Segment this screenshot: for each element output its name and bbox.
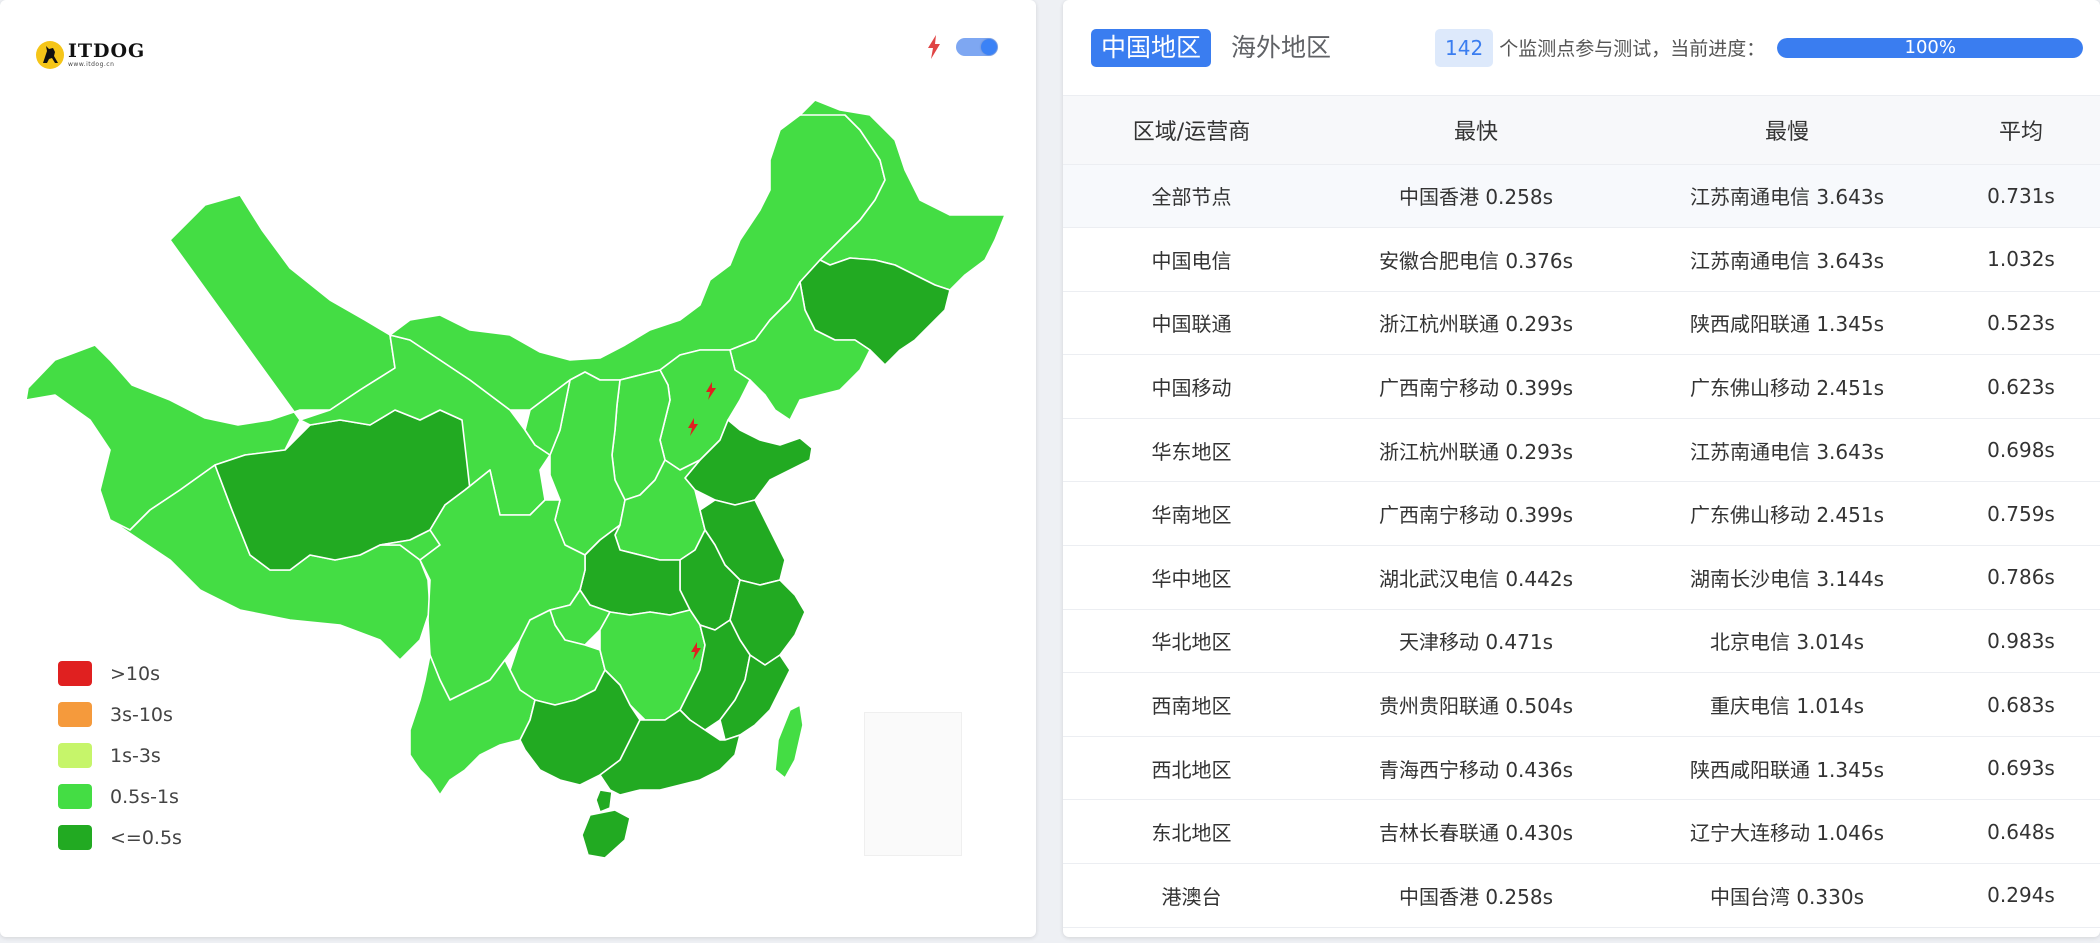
table-row[interactable]: 西北地区 青海西宁移动 0.436s 陕西咸阳联通 1.345s 0.693s bbox=[1063, 736, 2100, 801]
legend-item[interactable]: >10s bbox=[58, 653, 182, 694]
legend-label: 3s-10s bbox=[110, 703, 173, 726]
progress-bar: 100% bbox=[1777, 37, 2084, 58]
column-header-slowest: 最慢 bbox=[1632, 96, 1942, 165]
cell-fastest: 中国香港 0.258s bbox=[1320, 863, 1632, 928]
column-header-fastest: 最快 bbox=[1320, 96, 1632, 165]
map-region-leizhou[interactable] bbox=[595, 789, 613, 813]
cell-slowest: 广东佛山移动 2.451s bbox=[1632, 354, 1942, 419]
cell-slowest: 江苏南通电信 3.643s bbox=[1632, 418, 1942, 483]
table-header-row: 区域/运营商 最快 最慢 平均 bbox=[1063, 96, 2100, 165]
cell-fastest: 吉林长春联通 0.430s bbox=[1320, 799, 1632, 865]
cell-region: 中国电信 bbox=[1063, 227, 1320, 292]
cell-slowest: 湖南长沙电信 3.144s bbox=[1632, 545, 1942, 610]
cell-slowest: 中国台湾 0.330s bbox=[1632, 863, 1942, 928]
legend-label: 1s-3s bbox=[110, 744, 161, 767]
results-panel: 中国地区 海外地区 142 个监测点参与测试，当前进度： 100% 区域/运营商… bbox=[1063, 0, 2100, 937]
cell-average: 0.623s bbox=[1942, 354, 2100, 419]
results-toolbar: 中国地区 海外地区 142 个监测点参与测试，当前进度： 100% bbox=[1063, 0, 2100, 96]
results-table-body: 全部节点 中国香港 0.258s 江苏南通电信 3.643s 0.731s 中国电信 安徽… bbox=[1063, 164, 2100, 928]
cell-fastest: 广西南宁移动 0.399s bbox=[1320, 354, 1632, 419]
legend-item[interactable]: 0.5s-1s bbox=[58, 776, 182, 817]
table-row[interactable]: 全部节点 中国香港 0.258s 江苏南通电信 3.643s 0.731s bbox=[1063, 164, 2100, 229]
cell-region: 华南地区 bbox=[1063, 481, 1320, 547]
legend-swatch bbox=[58, 743, 92, 768]
table-row[interactable]: 港澳台 中国香港 0.258s 中国台湾 0.330s 0.294s bbox=[1063, 863, 2100, 928]
cell-average: 1.032s bbox=[1942, 227, 2100, 292]
cell-slowest: 辽宁大连移动 1.046s bbox=[1632, 799, 1942, 865]
cell-region: 华中地区 bbox=[1063, 545, 1320, 610]
column-header-average: 平均 bbox=[1942, 96, 2100, 165]
legend-swatch bbox=[58, 702, 92, 727]
cell-fastest: 浙江杭州联通 0.293s bbox=[1320, 291, 1632, 356]
cell-average: 0.648s bbox=[1942, 799, 2100, 865]
cell-average: 0.786s bbox=[1942, 545, 2100, 610]
latency-legend: >10s 3s-10s 1s-3s 0.5s-1s <=0.5s bbox=[58, 653, 182, 858]
table-row[interactable]: 东北地区 吉林长春联通 0.430s 辽宁大连移动 1.046s 0.648s bbox=[1063, 799, 2100, 865]
legend-label: >10s bbox=[110, 662, 160, 685]
cell-slowest: 北京电信 3.014s bbox=[1632, 609, 1942, 674]
table-row[interactable]: 西南地区 贵州贵阳联通 0.504s 重庆电信 1.014s 0.683s bbox=[1063, 672, 2100, 737]
legend-label: 0.5s-1s bbox=[110, 785, 179, 808]
cell-fastest: 广西南宁移动 0.399s bbox=[1320, 481, 1632, 547]
table-row[interactable]: 华北地区 天津移动 0.471s 北京电信 3.014s 0.983s bbox=[1063, 609, 2100, 674]
results-table: 区域/运营商 最快 最慢 平均 全部节点 中国香港 0.258s 江苏南通电信 3.… bbox=[1063, 96, 2100, 928]
cell-slowest: 重庆电信 1.014s bbox=[1632, 672, 1942, 737]
legend-swatch bbox=[58, 661, 92, 686]
cell-region: 东北地区 bbox=[1063, 799, 1320, 865]
cell-fastest: 浙江杭州联通 0.293s bbox=[1320, 418, 1632, 483]
progress-label: 个监测点参与测试，当前进度： bbox=[1499, 38, 1766, 60]
cell-region: 全部节点 bbox=[1063, 164, 1320, 229]
legend-label: <=0.5s bbox=[110, 826, 182, 849]
legend-item[interactable]: 1s-3s bbox=[58, 735, 182, 776]
table-row[interactable]: 华东地区 浙江杭州联通 0.293s 江苏南通电信 3.643s 0.698s bbox=[1063, 418, 2100, 483]
cell-fastest: 天津移动 0.471s bbox=[1320, 609, 1632, 674]
cell-average: 0.523s bbox=[1942, 291, 2100, 356]
cell-average: 0.731s bbox=[1942, 164, 2100, 229]
cell-slowest: 江苏南通电信 3.643s bbox=[1632, 164, 1942, 229]
cell-slowest: 广东佛山移动 2.451s bbox=[1632, 481, 1942, 547]
legend-item[interactable]: 3s-10s bbox=[58, 694, 182, 735]
cell-fastest: 安徽合肥电信 0.376s bbox=[1320, 227, 1632, 292]
legend-item[interactable]: <=0.5s bbox=[58, 817, 182, 858]
cell-fastest: 贵州贵阳联通 0.504s bbox=[1320, 672, 1632, 737]
cell-region: 中国联通 bbox=[1063, 291, 1320, 356]
cell-average: 0.698s bbox=[1942, 418, 2100, 483]
cell-average: 0.759s bbox=[1942, 481, 2100, 547]
south-china-sea-inset bbox=[864, 712, 962, 856]
cell-average: 0.294s bbox=[1942, 863, 2100, 928]
cell-average: 0.983s bbox=[1942, 609, 2100, 674]
table-row[interactable]: 中国电信 安徽合肥电信 0.376s 江苏南通电信 3.643s 1.032s bbox=[1063, 227, 2100, 292]
cell-fastest: 青海西宁移动 0.436s bbox=[1320, 736, 1632, 801]
cell-region: 中国移动 bbox=[1063, 354, 1320, 419]
progress-text: 100% bbox=[1904, 37, 1956, 58]
table-row[interactable]: 中国移动 广西南宁移动 0.399s 广东佛山移动 2.451s 0.623s bbox=[1063, 354, 2100, 419]
cell-slowest: 江苏南通电信 3.643s bbox=[1632, 227, 1942, 292]
legend-swatch bbox=[58, 784, 92, 809]
table-row[interactable]: 华南地区 广西南宁移动 0.399s 广东佛山移动 2.451s 0.759s bbox=[1063, 481, 2100, 547]
cell-fastest: 中国香港 0.258s bbox=[1320, 164, 1632, 229]
table-row[interactable]: 华中地区 湖北武汉电信 0.442s 湖南长沙电信 3.144s 0.786s bbox=[1063, 545, 2100, 610]
tab-china-region[interactable]: 中国地区 bbox=[1091, 28, 1212, 67]
tab-overseas-region[interactable]: 海外地区 bbox=[1221, 29, 1341, 67]
cell-slowest: 陕西咸阳联通 1.345s bbox=[1632, 291, 1942, 356]
node-count-badge: 142 bbox=[1435, 28, 1494, 67]
cell-region: 华东地区 bbox=[1063, 418, 1320, 483]
cell-fastest: 湖北武汉电信 0.442s bbox=[1320, 545, 1632, 610]
cell-average: 0.693s bbox=[1942, 736, 2100, 801]
column-header-region: 区域/运营商 bbox=[1063, 96, 1320, 165]
cell-region: 港澳台 bbox=[1063, 863, 1320, 928]
table-row[interactable]: 中国联通 浙江杭州联通 0.293s 陕西咸阳联通 1.345s 0.523s bbox=[1063, 291, 2100, 356]
legend-swatch bbox=[58, 825, 92, 850]
map-region-hainan[interactable] bbox=[581, 809, 631, 859]
cell-region: 西北地区 bbox=[1063, 736, 1320, 801]
cell-region: 华北地区 bbox=[1063, 609, 1320, 674]
cell-region: 西南地区 bbox=[1063, 672, 1320, 737]
map-panel: ITDOG www.itdog.cn >10s 3s-10s 1s-3s 0.5… bbox=[0, 0, 1036, 937]
cell-slowest: 陕西咸阳联通 1.345s bbox=[1632, 736, 1942, 801]
map-region-taiwan[interactable] bbox=[774, 704, 804, 779]
cell-average: 0.683s bbox=[1942, 672, 2100, 737]
